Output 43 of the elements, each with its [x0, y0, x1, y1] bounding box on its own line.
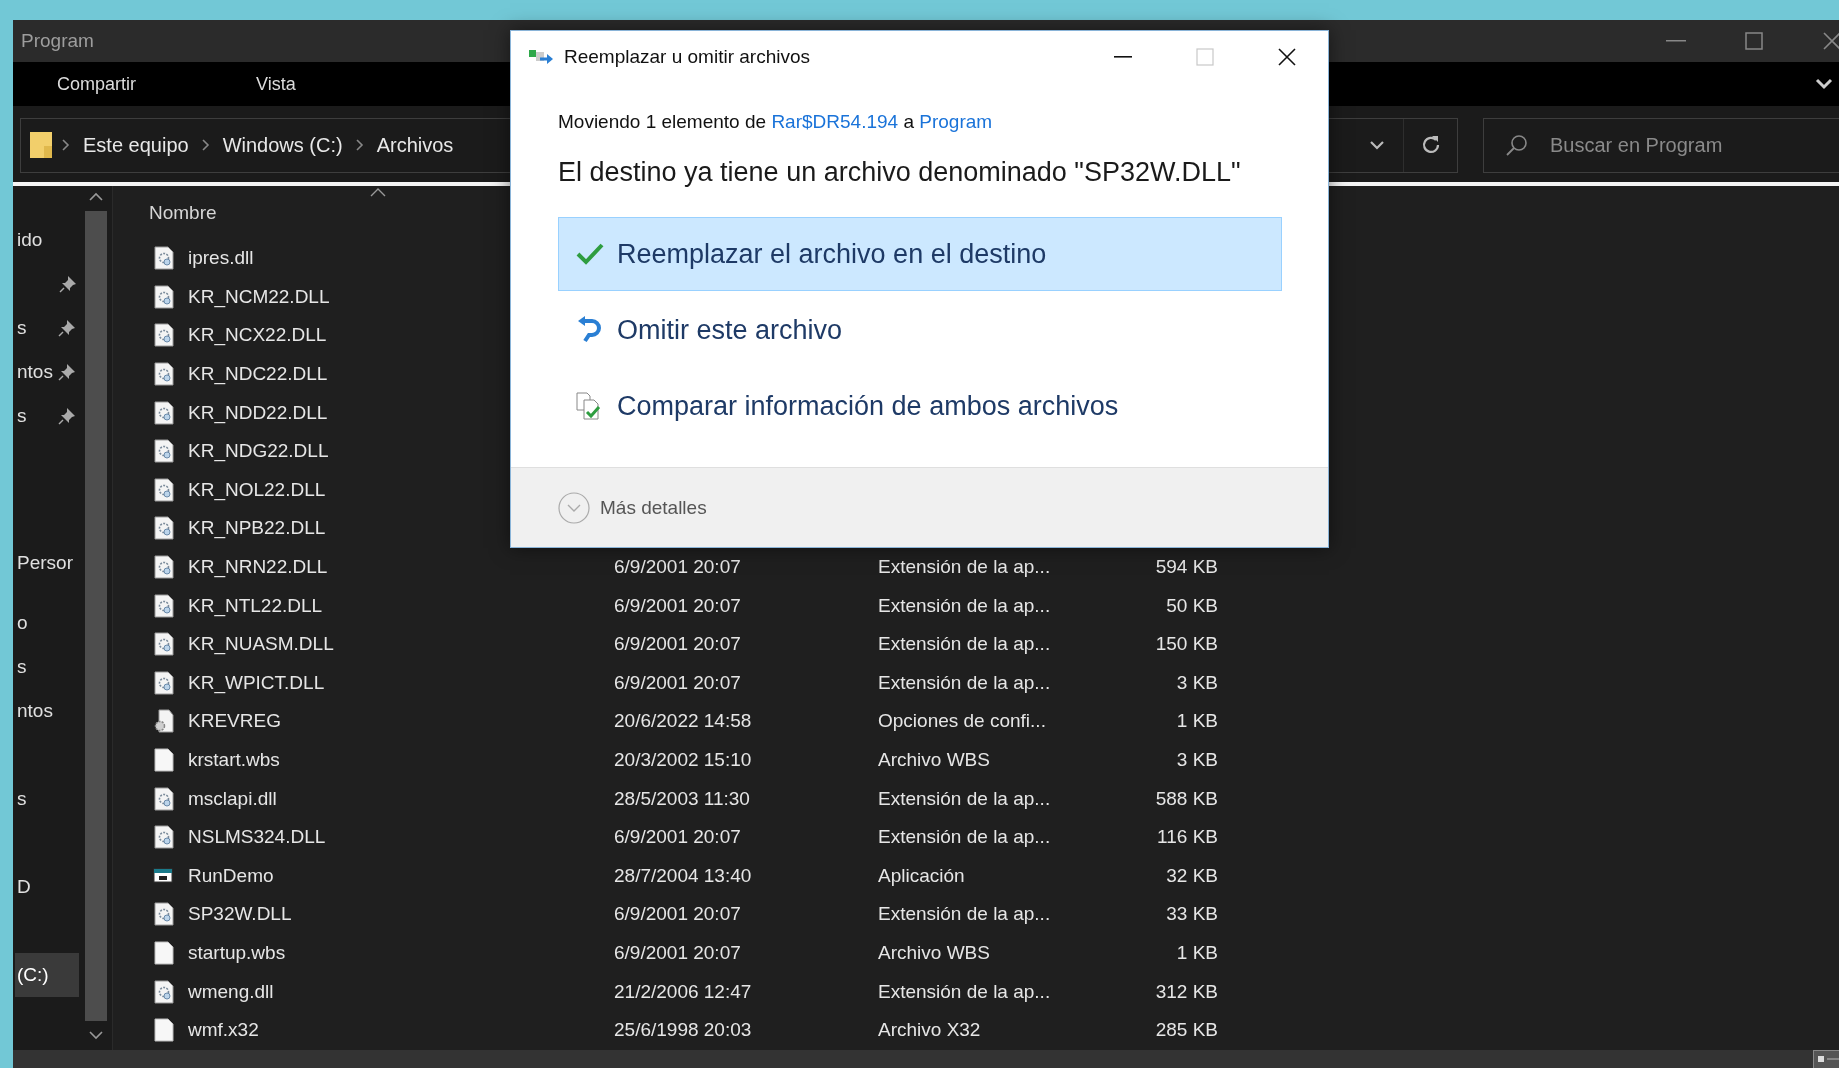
size-cell-text: 285 KB: [1154, 1019, 1218, 1042]
size-cell-text: 3 KB: [1175, 671, 1218, 694]
date-cell-text: 25/6/1998 20:03: [614, 1019, 753, 1042]
move-status-text: Moviendo 1 elemento de Rar$DR54.194 a Program: [558, 110, 994, 134]
date-cell-text: 6/9/2001 20:07: [614, 671, 742, 694]
date-cell-text: 20/6/2022 14:58: [614, 710, 753, 733]
size-cell-text: 1 KB: [1175, 710, 1218, 733]
type-cell-text: Extensión de la ap...: [878, 826, 1052, 849]
type-cell-text: Archivo WBS: [878, 749, 991, 771]
size-cell-text: 150 KB: [1154, 633, 1218, 656]
window-title: Program: [21, 30, 94, 52]
date-cell-text: 6/9/2001 20:07: [614, 942, 742, 964]
type-cell-text: Extensión de la ap...: [878, 594, 1052, 617]
date-cell-text: 28/5/2003 11:30: [614, 787, 751, 810]
type-cell-text: Extensión de la ap...: [878, 787, 1052, 810]
conflict-message: El destino ya tiene un archivo denominado "SP32W.DLL": [558, 156, 1242, 189]
date-cell-text: 20/3/2002 15:10: [614, 749, 753, 771]
type-cell-text: Extensión de la ap...: [878, 633, 1052, 656]
type-cell-text: Archivo X32: [878, 1019, 982, 1042]
date-cell-text: 6/9/2001 20:07: [614, 556, 742, 579]
size-cell-text: 32 KB: [1165, 864, 1218, 887]
size-cell-text: 588 KB: [1154, 787, 1218, 810]
date-cell-text: 6/9/2001 20:07: [614, 594, 742, 617]
date-cell-text: 28/7/2004 13:40: [614, 864, 753, 887]
type-cell-text: Extensión de la ap...: [878, 556, 1052, 579]
size-cell-text: 50 KB: [1165, 594, 1218, 617]
date-cell-text: 6/9/2001 20:07: [614, 826, 742, 849]
type-cell-text: Extensión de la ap...: [878, 671, 1052, 694]
size-cell-text: 1 KB: [1175, 942, 1218, 964]
size-cell-text: 33 KB: [1165, 903, 1218, 926]
dialog-title: Reemplazar u omitir archivos: [564, 46, 811, 68]
date-cell-text: 6/9/2001 20:07: [614, 903, 742, 926]
type-cell-text: Opciones de confi...: [878, 710, 1047, 733]
size-cell-text: 594 KB: [1154, 556, 1218, 579]
type-cell-text: Extensión de la ap...: [878, 903, 1052, 926]
date-cell-text: 6/9/2001 20:07: [614, 633, 742, 656]
size-cell-text: 312 KB: [1154, 980, 1218, 1003]
type-cell-text: Extensión de la ap...: [878, 980, 1052, 1003]
size-cell-text: 116 KB: [1156, 826, 1218, 849]
date-cell-text: 21/2/2006 12:47: [614, 980, 753, 1003]
type-cell-text: Archivo WBS: [878, 942, 991, 964]
type-cell-text: Aplicación: [878, 864, 966, 887]
size-cell-text: 3 KB: [1175, 749, 1218, 771]
